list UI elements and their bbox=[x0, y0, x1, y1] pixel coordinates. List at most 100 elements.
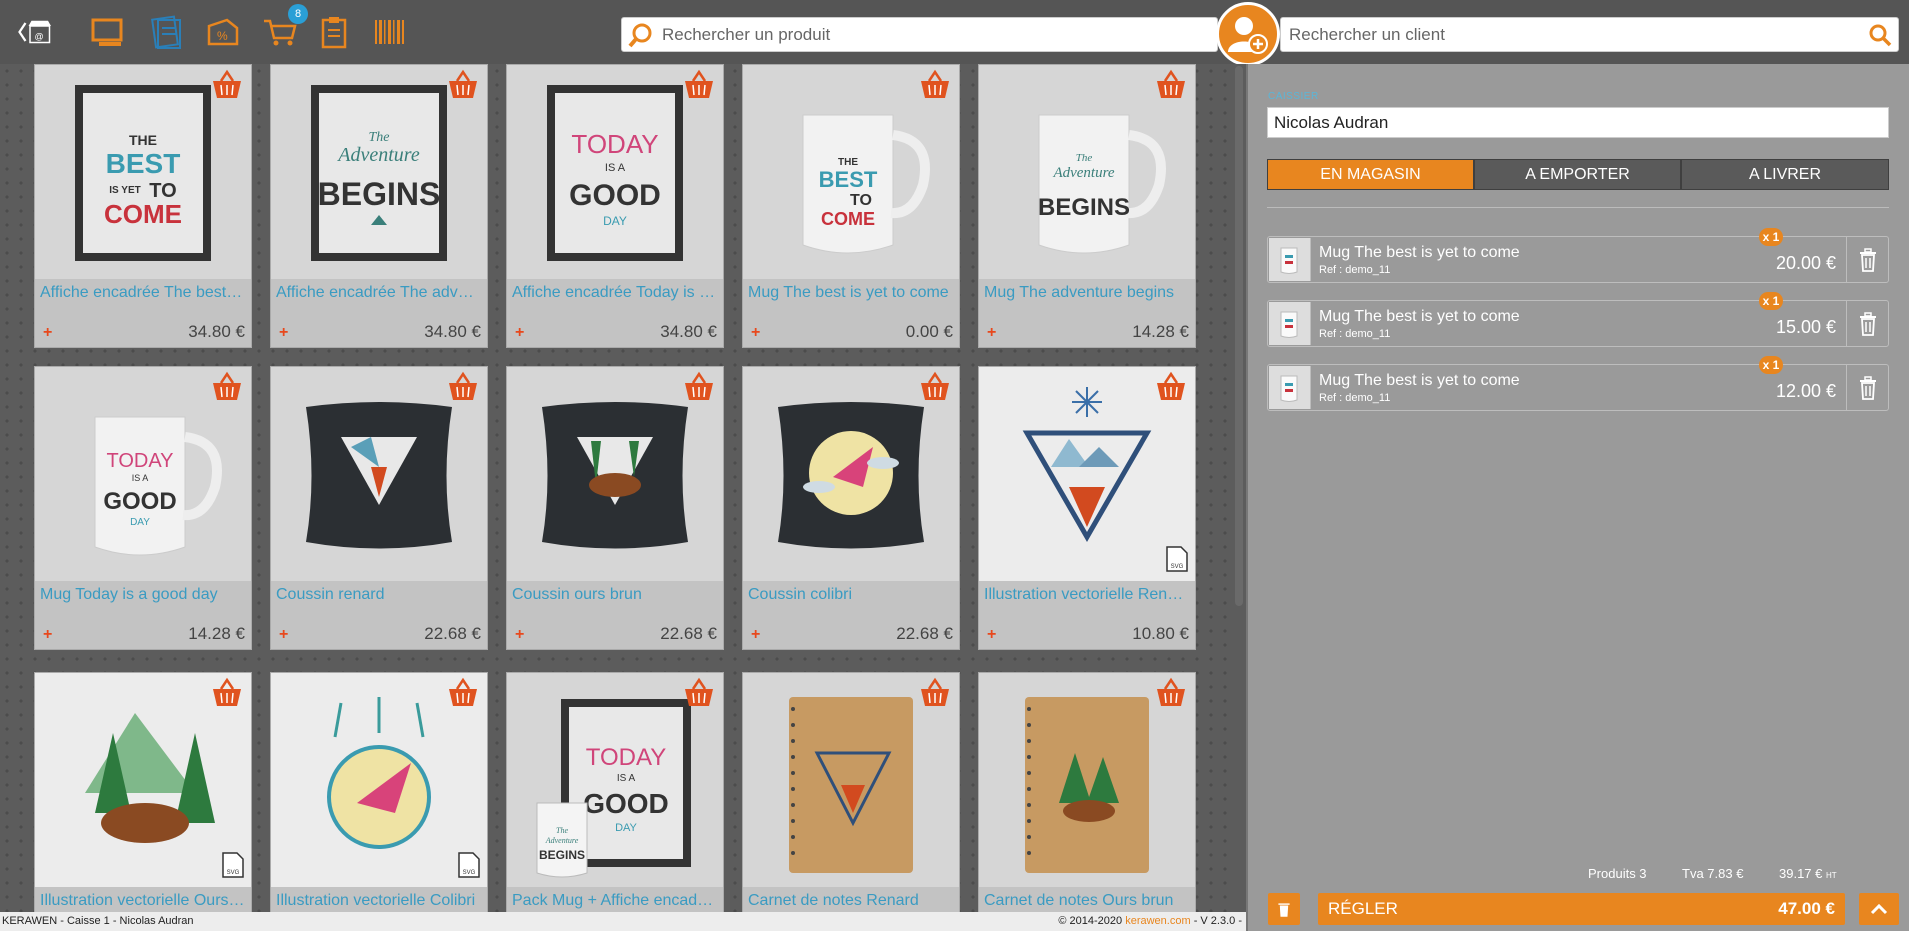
product-card[interactable]: THE BEST IS YET TO COME Affiche encadrée The… bbox=[34, 64, 252, 348]
add-plus-icon[interactable]: + bbox=[43, 324, 52, 342]
brand-link[interactable]: kerawen.com bbox=[1125, 915, 1190, 927]
quantity-badge[interactable]: x 1 bbox=[1759, 228, 1783, 246]
product-card[interactable]: SVG Illustration vectorielle Renard + 10… bbox=[978, 366, 1196, 650]
svg-text:GOOD: GOOD bbox=[569, 179, 661, 212]
quantity-badge[interactable]: x 1 bbox=[1759, 292, 1783, 310]
product-card[interactable]: SVG Illustration vectorielle Colibri bbox=[270, 672, 488, 912]
product-card[interactable]: SVG Illustration vectorielle Ours brun bbox=[34, 672, 252, 912]
add-to-cart-basket-icon[interactable] bbox=[447, 371, 479, 403]
session-info: KERAWEN - Caisse 1 - Nicolas Audran bbox=[2, 915, 194, 927]
order-line-thumbnail bbox=[1269, 366, 1311, 409]
svg-text:DAY: DAY bbox=[130, 517, 150, 528]
product-card[interactable]: Carnet de notes Ours brun bbox=[978, 672, 1196, 912]
delete-line-trash-icon[interactable] bbox=[1846, 237, 1888, 282]
add-plus-icon[interactable]: + bbox=[751, 324, 760, 342]
product-card[interactable]: Coussin renard + 22.68 € bbox=[270, 366, 488, 650]
pay-label: RÉGLER bbox=[1328, 899, 1398, 918]
add-plus-icon[interactable]: + bbox=[515, 324, 524, 342]
svg-text:TO: TO bbox=[850, 192, 872, 209]
add-to-cart-basket-icon[interactable] bbox=[683, 69, 715, 101]
svg-text:The: The bbox=[369, 130, 390, 145]
svg-text:TODAY: TODAY bbox=[571, 129, 658, 159]
svg-text:BEGINS: BEGINS bbox=[318, 176, 441, 212]
add-plus-icon[interactable]: + bbox=[751, 626, 760, 644]
scrollbar-thumb[interactable] bbox=[1235, 66, 1243, 606]
client-search-input[interactable] bbox=[1281, 24, 1868, 45]
catalog-icon[interactable] bbox=[148, 14, 184, 50]
svg-text:SVG: SVG bbox=[1171, 564, 1184, 570]
product-name: Coussin colibri bbox=[748, 586, 853, 603]
total-products: Produits 3 bbox=[1588, 866, 1647, 881]
add-plus-icon[interactable]: + bbox=[987, 626, 996, 644]
copyright-years: © 2014-2020 bbox=[1058, 915, 1126, 927]
svg-text:Adventure: Adventure bbox=[545, 836, 579, 845]
product-card[interactable]: TODAY IS A GOOD DAY The Adventure BEGINS Pack … bbox=[506, 672, 724, 912]
product-card[interactable]: THE BEST TO COME Mug The best is yet to com… bbox=[742, 64, 960, 348]
product-name: Mug Today is a good day bbox=[40, 586, 218, 603]
add-to-cart-basket-icon[interactable] bbox=[1155, 371, 1187, 403]
product-card[interactable]: Carnet de notes Renard bbox=[742, 672, 960, 912]
product-name: Illustration vectorielle Ours brun bbox=[40, 892, 246, 909]
product-name: Mug The adventure begins bbox=[984, 284, 1175, 301]
add-plus-icon[interactable]: + bbox=[279, 626, 288, 644]
barcode-icon[interactable] bbox=[372, 14, 408, 50]
clear-cart-button[interactable] bbox=[1268, 893, 1300, 925]
svg-text:Adventure: Adventure bbox=[1052, 165, 1114, 181]
quantity-badge[interactable]: x 1 bbox=[1759, 356, 1783, 374]
back-shop-icon[interactable]: @ bbox=[18, 14, 54, 50]
order-line[interactable]: Mug The best is yet to come Ref : demo_1… bbox=[1267, 228, 1889, 283]
add-to-cart-basket-icon[interactable] bbox=[447, 69, 479, 101]
product-card[interactable]: Coussin ours brun + 22.68 € bbox=[506, 366, 724, 650]
add-plus-icon[interactable]: + bbox=[515, 626, 524, 644]
cashier-field[interactable]: Nicolas Audran bbox=[1267, 107, 1889, 138]
product-name: Affiche encadrée The adventure begins bbox=[276, 284, 482, 301]
add-to-cart-basket-icon[interactable] bbox=[1155, 677, 1187, 709]
product-search-input[interactable] bbox=[654, 24, 1217, 45]
svg-text:COME: COME bbox=[821, 209, 875, 229]
add-to-cart-basket-icon[interactable] bbox=[211, 371, 243, 403]
add-to-cart-basket-icon[interactable] bbox=[919, 677, 951, 709]
total-ht-suffix: HT bbox=[1826, 871, 1837, 880]
product-card[interactable]: TODAY IS A GOOD DAY Affiche encadrée Today … bbox=[506, 64, 724, 348]
add-client-button[interactable] bbox=[1216, 2, 1280, 66]
add-to-cart-basket-icon[interactable] bbox=[211, 69, 243, 101]
product-price: 14.28 € bbox=[188, 624, 245, 643]
svg-text:Adventure: Adventure bbox=[336, 144, 420, 166]
search-icon[interactable] bbox=[1868, 23, 1892, 47]
search-icon[interactable] bbox=[628, 22, 654, 48]
orders-clipboard-icon[interactable] bbox=[316, 14, 352, 50]
product-card[interactable]: The Adventure BEGINS Affiche encadrée The … bbox=[270, 64, 488, 348]
order-line[interactable]: Mug The best is yet to come Ref : demo_1… bbox=[1267, 356, 1889, 411]
register-icon[interactable] bbox=[90, 14, 126, 50]
add-plus-icon[interactable]: + bbox=[279, 324, 288, 342]
cart-count-badge: 8 bbox=[288, 4, 308, 24]
svg-text:IS A: IS A bbox=[617, 773, 636, 784]
product-card[interactable]: Coussin colibri + 22.68 € bbox=[742, 366, 960, 650]
svg-text:GOOD: GOOD bbox=[583, 788, 669, 819]
add-to-cart-basket-icon[interactable] bbox=[919, 69, 951, 101]
add-to-cart-basket-icon[interactable] bbox=[1155, 69, 1187, 101]
expand-up-button[interactable] bbox=[1859, 893, 1899, 925]
pay-button[interactable]: RÉGLER 47.00 € bbox=[1318, 893, 1845, 925]
product-card[interactable]: The Adventure BEGINS Mug The adventure beg… bbox=[978, 64, 1196, 348]
discount-icon[interactable]: % bbox=[205, 14, 241, 50]
client-search-box bbox=[1280, 17, 1899, 52]
add-to-cart-basket-icon[interactable] bbox=[683, 677, 715, 709]
total-ht: 39.17 € HT bbox=[1779, 866, 1837, 881]
add-plus-icon[interactable]: + bbox=[43, 626, 52, 644]
add-to-cart-basket-icon[interactable] bbox=[919, 371, 951, 403]
product-name: Affiche encadrée Today is a good day bbox=[512, 284, 718, 301]
mode-in-store-button[interactable]: EN MAGASIN bbox=[1267, 159, 1474, 190]
add-to-cart-basket-icon[interactable] bbox=[683, 371, 715, 403]
add-plus-icon[interactable]: + bbox=[987, 324, 996, 342]
product-name: Mug The best is yet to come bbox=[748, 284, 949, 301]
order-line[interactable]: Mug The best is yet to come Ref : demo_1… bbox=[1267, 292, 1889, 347]
mode-delivery-button[interactable]: A LIVRER bbox=[1681, 159, 1889, 190]
add-to-cart-basket-icon[interactable] bbox=[447, 677, 479, 709]
mode-takeaway-button[interactable]: A EMPORTER bbox=[1474, 159, 1681, 190]
svg-text:TODAY: TODAY bbox=[106, 450, 173, 472]
delete-line-trash-icon[interactable] bbox=[1846, 301, 1888, 346]
product-card[interactable]: TODAY IS A GOOD DAY Mug Today is a good day… bbox=[34, 366, 252, 650]
delete-line-trash-icon[interactable] bbox=[1846, 365, 1888, 410]
add-to-cart-basket-icon[interactable] bbox=[211, 677, 243, 709]
